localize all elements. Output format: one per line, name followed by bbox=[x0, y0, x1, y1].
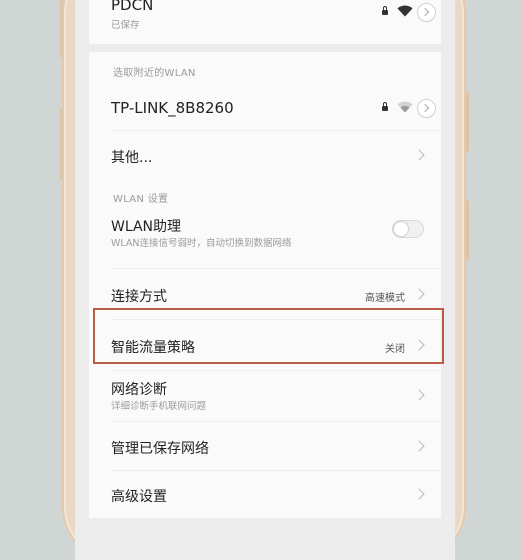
section-title: WLAN 设置 bbox=[113, 194, 169, 205]
chevron-right-icon bbox=[413, 440, 425, 452]
other-label: 其他... bbox=[111, 150, 153, 166]
info-icon[interactable] bbox=[417, 3, 436, 22]
connection-mode-value: 高速模式 bbox=[365, 293, 405, 304]
assistant-description: WLAN连接信号弱时，自动切换到数据网络 bbox=[111, 238, 292, 249]
toggle-knob bbox=[394, 222, 408, 236]
manage-saved-label: 管理已保存网络 bbox=[111, 441, 209, 457]
other-network-row[interactable]: 其他... bbox=[89, 131, 441, 179]
lock-icon bbox=[382, 102, 388, 111]
network-name: PDCN bbox=[111, 0, 154, 14]
section-title: 选取附近的WLAN bbox=[113, 68, 196, 79]
chevron-right-icon bbox=[413, 288, 425, 300]
connection-mode-label: 连接方式 bbox=[111, 289, 167, 305]
diagnostics-row[interactable]: 网络诊断 详细诊断手机联网问题 bbox=[89, 371, 441, 421]
diagnostics-description: 详细诊断手机联网问题 bbox=[111, 401, 207, 412]
wlan-settings-card: WLAN 设置 WLAN助理 WLAN连接信号弱时，自动切换到数据网络 连接方式… bbox=[89, 178, 441, 518]
network-status: 已保存 bbox=[111, 20, 140, 31]
connection-mode-row[interactable]: 连接方式 高速模式 bbox=[89, 269, 441, 319]
assistant-label: WLAN助理 bbox=[111, 219, 182, 235]
diagnostics-label: 网络诊断 bbox=[111, 382, 167, 398]
chevron-right-icon bbox=[413, 488, 425, 500]
saved-network-row[interactable]: PDCN 已保存 bbox=[89, 0, 441, 44]
chevron-right-icon bbox=[413, 389, 425, 401]
saved-network-card: PDCN 已保存 bbox=[89, 0, 441, 44]
chevron-right-icon bbox=[413, 339, 425, 351]
info-icon[interactable] bbox=[417, 99, 436, 118]
wifi-icon bbox=[397, 5, 413, 17]
manage-saved-row[interactable]: 管理已保存网络 bbox=[89, 422, 441, 470]
wlan-settings-screen: PDCN 已保存 选取附近的WLAN TP-LINK_8B8260 其他... bbox=[75, 0, 455, 560]
advanced-settings-row[interactable]: 高级设置 bbox=[89, 471, 441, 518]
wlan-assistant-row[interactable]: WLAN助理 WLAN连接信号弱时，自动切换到数据网络 bbox=[89, 208, 441, 262]
assistant-toggle[interactable] bbox=[392, 220, 424, 238]
chevron-right-icon bbox=[413, 149, 425, 161]
network-row[interactable]: TP-LINK_8B8260 bbox=[89, 84, 441, 130]
network-name: TP-LINK_8B8260 bbox=[111, 99, 234, 117]
nearby-wlan-card: 选取附近的WLAN TP-LINK_8B8260 其他... bbox=[89, 52, 441, 179]
wifi-icon bbox=[397, 101, 413, 113]
smart-traffic-label: 智能流量策略 bbox=[111, 340, 195, 356]
lock-icon bbox=[382, 6, 388, 15]
smart-traffic-value: 关闭 bbox=[385, 344, 405, 355]
smart-traffic-row[interactable]: 智能流量策略 关闭 bbox=[89, 320, 441, 370]
advanced-label: 高级设置 bbox=[111, 489, 167, 505]
